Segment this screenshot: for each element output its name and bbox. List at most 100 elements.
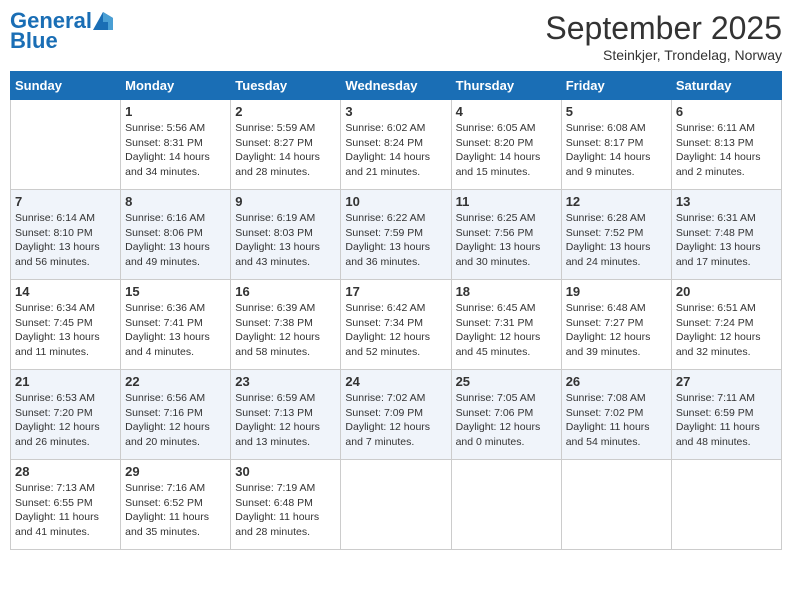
day-number: 24 bbox=[345, 374, 446, 389]
day-number: 23 bbox=[235, 374, 336, 389]
day-number: 28 bbox=[15, 464, 116, 479]
title-block: September 2025 Steinkjer, Trondelag, Nor… bbox=[545, 10, 782, 63]
day-number: 4 bbox=[456, 104, 557, 119]
day-info: Sunrise: 6:36 AMSunset: 7:41 PMDaylight:… bbox=[125, 301, 226, 360]
list-item: 23Sunrise: 6:59 AMSunset: 7:13 PMDayligh… bbox=[231, 370, 341, 460]
page-header: General Blue September 2025 Steinkjer, T… bbox=[10, 10, 782, 63]
col-saturday: Saturday bbox=[671, 72, 781, 100]
day-info: Sunrise: 5:56 AMSunset: 8:31 PMDaylight:… bbox=[125, 121, 226, 180]
list-item bbox=[671, 460, 781, 550]
day-number: 16 bbox=[235, 284, 336, 299]
day-info: Sunrise: 6:53 AMSunset: 7:20 PMDaylight:… bbox=[15, 391, 116, 450]
list-item bbox=[11, 100, 121, 190]
day-info: Sunrise: 6:34 AMSunset: 7:45 PMDaylight:… bbox=[15, 301, 116, 360]
list-item: 8 Sunrise: 6:16 AMSunset: 8:06 PMDaylight… bbox=[121, 190, 231, 280]
day-info: Sunrise: 7:16 AMSunset: 6:52 PMDaylight:… bbox=[125, 481, 226, 540]
day-number: 25 bbox=[456, 374, 557, 389]
day-info: Sunrise: 6:16 AMSunset: 8:06 PMDaylight:… bbox=[125, 211, 226, 270]
list-item: 1 Sunrise: 5:56 AMSunset: 8:31 PMDaylight… bbox=[121, 100, 231, 190]
day-info: Sunrise: 6:08 AMSunset: 8:17 PMDaylight:… bbox=[566, 121, 667, 180]
location: Steinkjer, Trondelag, Norway bbox=[545, 47, 782, 63]
col-monday: Monday bbox=[121, 72, 231, 100]
list-item: 5 Sunrise: 6:08 AMSunset: 8:17 PMDaylight… bbox=[561, 100, 671, 190]
day-info: Sunrise: 7:19 AMSunset: 6:48 PMDaylight:… bbox=[235, 481, 336, 540]
list-item: 15Sunrise: 6:36 AMSunset: 7:41 PMDayligh… bbox=[121, 280, 231, 370]
list-item: 20 Sunrise: 6:51 AMSunset: 7:24 PMDayligh… bbox=[671, 280, 781, 370]
list-item bbox=[341, 460, 451, 550]
list-item: 13 Sunrise: 6:31 AMSunset: 7:48 PMDayligh… bbox=[671, 190, 781, 280]
day-number: 7 bbox=[15, 194, 116, 209]
list-item: 6Sunrise: 6:11 AMSunset: 8:13 PMDaylight… bbox=[671, 100, 781, 190]
table-row: 21 Sunrise: 6:53 AMSunset: 7:20 PMDayligh… bbox=[11, 370, 782, 460]
list-item: 26Sunrise: 7:08 AMSunset: 7:02 PMDayligh… bbox=[561, 370, 671, 460]
logo: General Blue bbox=[10, 10, 114, 52]
col-thursday: Thursday bbox=[451, 72, 561, 100]
day-info: Sunrise: 5:59 AMSunset: 8:27 PMDaylight:… bbox=[235, 121, 336, 180]
list-item: 25 Sunrise: 7:05 AMSunset: 7:06 PMDayligh… bbox=[451, 370, 561, 460]
day-number: 30 bbox=[235, 464, 336, 479]
day-number: 10 bbox=[345, 194, 446, 209]
day-number: 6 bbox=[676, 104, 777, 119]
day-info: Sunrise: 7:13 AMSunset: 6:55 PMDaylight:… bbox=[15, 481, 116, 540]
day-number: 17 bbox=[345, 284, 446, 299]
month-title: September 2025 bbox=[545, 10, 782, 47]
day-number: 22 bbox=[125, 374, 226, 389]
day-info: Sunrise: 6:39 AMSunset: 7:38 PMDaylight:… bbox=[235, 301, 336, 360]
day-info: Sunrise: 6:22 AMSunset: 7:59 PMDaylight:… bbox=[345, 211, 446, 270]
list-item: 10 Sunrise: 6:22 AMSunset: 7:59 PMDayligh… bbox=[341, 190, 451, 280]
list-item bbox=[561, 460, 671, 550]
day-number: 19 bbox=[566, 284, 667, 299]
day-number: 27 bbox=[676, 374, 777, 389]
list-item: 7 Sunrise: 6:14 AMSunset: 8:10 PMDaylight… bbox=[11, 190, 121, 280]
day-info: Sunrise: 6:31 AMSunset: 7:48 PMDaylight:… bbox=[676, 211, 777, 270]
day-number: 3 bbox=[345, 104, 446, 119]
col-sunday: Sunday bbox=[11, 72, 121, 100]
day-number: 1 bbox=[125, 104, 226, 119]
day-info: Sunrise: 6:42 AMSunset: 7:34 PMDaylight:… bbox=[345, 301, 446, 360]
table-row: 7 Sunrise: 6:14 AMSunset: 8:10 PMDaylight… bbox=[11, 190, 782, 280]
list-item: 30 Sunrise: 7:19 AMSunset: 6:48 PMDayligh… bbox=[231, 460, 341, 550]
col-tuesday: Tuesday bbox=[231, 72, 341, 100]
day-info: Sunrise: 6:14 AMSunset: 8:10 PMDaylight:… bbox=[15, 211, 116, 270]
day-info: Sunrise: 6:48 AMSunset: 7:27 PMDaylight:… bbox=[566, 301, 667, 360]
day-info: Sunrise: 6:45 AMSunset: 7:31 PMDaylight:… bbox=[456, 301, 557, 360]
day-number: 5 bbox=[566, 104, 667, 119]
list-item bbox=[451, 460, 561, 550]
table-row: 14Sunrise: 6:34 AMSunset: 7:45 PMDayligh… bbox=[11, 280, 782, 370]
day-number: 21 bbox=[15, 374, 116, 389]
day-number: 20 bbox=[676, 284, 777, 299]
day-number: 9 bbox=[235, 194, 336, 209]
day-number: 18 bbox=[456, 284, 557, 299]
day-info: Sunrise: 6:28 AMSunset: 7:52 PMDaylight:… bbox=[566, 211, 667, 270]
day-info: Sunrise: 7:02 AMSunset: 7:09 PMDaylight:… bbox=[345, 391, 446, 450]
day-number: 2 bbox=[235, 104, 336, 119]
list-item: 18 Sunrise: 6:45 AMSunset: 7:31 PMDayligh… bbox=[451, 280, 561, 370]
list-item: 21 Sunrise: 6:53 AMSunset: 7:20 PMDayligh… bbox=[11, 370, 121, 460]
header-row: Sunday Monday Tuesday Wednesday Thursday… bbox=[11, 72, 782, 100]
list-item: 4Sunrise: 6:05 AMSunset: 8:20 PMDaylight… bbox=[451, 100, 561, 190]
list-item: 16 Sunrise: 6:39 AMSunset: 7:38 PMDayligh… bbox=[231, 280, 341, 370]
day-number: 29 bbox=[125, 464, 226, 479]
day-number: 8 bbox=[125, 194, 226, 209]
day-number: 12 bbox=[566, 194, 667, 209]
day-info: Sunrise: 6:56 AMSunset: 7:16 PMDaylight:… bbox=[125, 391, 226, 450]
day-info: Sunrise: 7:05 AMSunset: 7:06 PMDaylight:… bbox=[456, 391, 557, 450]
day-info: Sunrise: 7:11 AMSunset: 6:59 PMDaylight:… bbox=[676, 391, 777, 450]
col-friday: Friday bbox=[561, 72, 671, 100]
day-info: Sunrise: 6:25 AMSunset: 7:56 PMDaylight:… bbox=[456, 211, 557, 270]
list-item: 12 Sunrise: 6:28 AMSunset: 7:52 PMDayligh… bbox=[561, 190, 671, 280]
list-item: 2 Sunrise: 5:59 AMSunset: 8:27 PMDaylight… bbox=[231, 100, 341, 190]
list-item: 28 Sunrise: 7:13 AMSunset: 6:55 PMDayligh… bbox=[11, 460, 121, 550]
list-item: 3 Sunrise: 6:02 AMSunset: 8:24 PMDaylight… bbox=[341, 100, 451, 190]
day-number: 13 bbox=[676, 194, 777, 209]
list-item: 14Sunrise: 6:34 AMSunset: 7:45 PMDayligh… bbox=[11, 280, 121, 370]
list-item: 19 Sunrise: 6:48 AMSunset: 7:27 PMDayligh… bbox=[561, 280, 671, 370]
calendar-table: Sunday Monday Tuesday Wednesday Thursday… bbox=[10, 71, 782, 550]
list-item: 9 Sunrise: 6:19 AMSunset: 8:03 PMDaylight… bbox=[231, 190, 341, 280]
table-row: 1 Sunrise: 5:56 AMSunset: 8:31 PMDaylight… bbox=[11, 100, 782, 190]
day-info: Sunrise: 6:02 AMSunset: 8:24 PMDaylight:… bbox=[345, 121, 446, 180]
day-info: Sunrise: 6:19 AMSunset: 8:03 PMDaylight:… bbox=[235, 211, 336, 270]
day-info: Sunrise: 6:51 AMSunset: 7:24 PMDaylight:… bbox=[676, 301, 777, 360]
table-row: 28 Sunrise: 7:13 AMSunset: 6:55 PMDayligh… bbox=[11, 460, 782, 550]
list-item: 11Sunrise: 6:25 AMSunset: 7:56 PMDayligh… bbox=[451, 190, 561, 280]
